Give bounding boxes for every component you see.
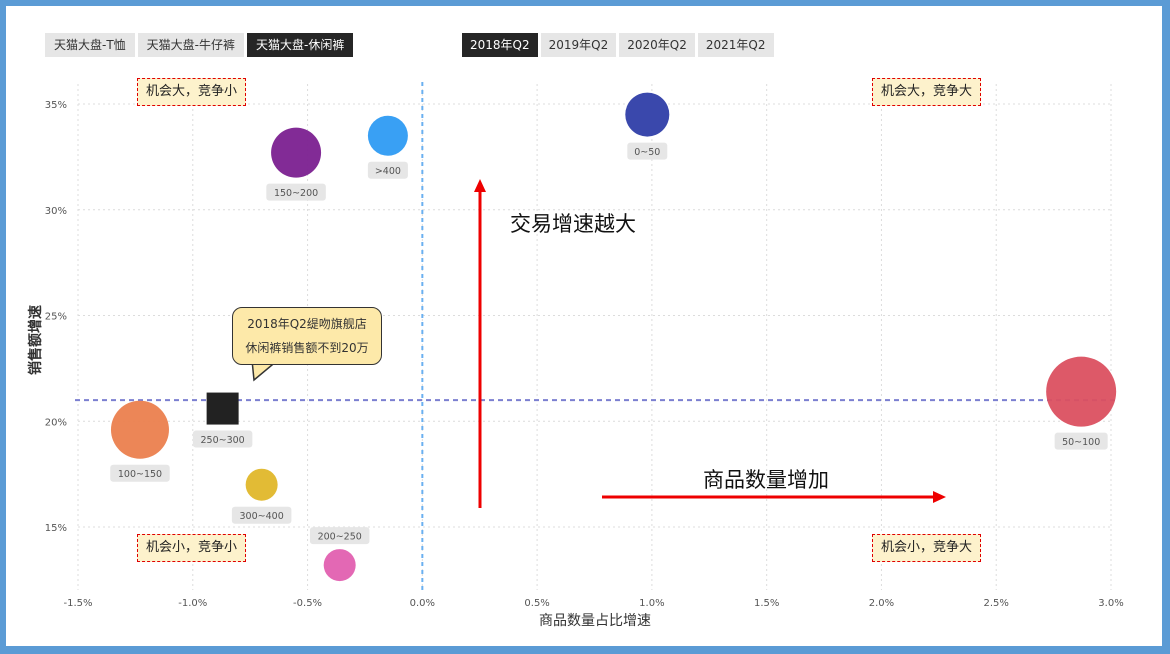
quadrant-bottom-right-label: 机会小，竞争大 (872, 534, 982, 562)
bubble-label: 250~300 (201, 435, 245, 446)
y-tick-label: 15% (45, 523, 67, 534)
x-tick-label: -1.0% (178, 598, 207, 609)
x-axis-title: 商品数量占比增速 (539, 613, 651, 629)
bubble-300~400 (245, 468, 278, 501)
y-tick-label: 20% (45, 417, 67, 428)
quadrant-top-right-label: 机会大，竞争大 (872, 78, 982, 106)
bubble-label: 0~50 (634, 147, 660, 158)
x-tick-label: -0.5% (293, 598, 322, 609)
quadrant-bottom-left-label: 机会小，竞争小 (137, 534, 247, 562)
horizontal-arrow-head (933, 491, 946, 503)
bubble-100~150 (110, 400, 169, 459)
bubble-label: 100~150 (118, 469, 162, 480)
x-tick-label: 3.0% (1098, 598, 1123, 609)
bubble-250~300 (206, 392, 239, 425)
bubble-label: 50~100 (1062, 437, 1100, 448)
callout-line-1: 2018年Q2缇吻旗舰店 (247, 317, 367, 331)
y-tick-label: 30% (45, 206, 67, 217)
bubble-50~100 (1046, 356, 1117, 427)
x-tick-label: 0.0% (410, 598, 435, 609)
x-tick-label: 2.5% (984, 598, 1009, 609)
x-tick-label: 2.0% (869, 598, 894, 609)
y-axis-title: 销售额增速 (27, 305, 44, 375)
y-tick-label: 35% (45, 100, 67, 111)
callout-line-2: 休闲裤销售额不到20万 (245, 341, 369, 355)
bubble-0~50 (625, 92, 670, 137)
vertical-arrow-head (474, 179, 486, 192)
bubble-label: 300~400 (240, 511, 284, 522)
vertical-arrow-label: 交易增速越大 (510, 212, 636, 236)
x-tick-label: 0.5% (524, 598, 549, 609)
bubble-label: 200~250 (318, 532, 362, 543)
x-tick-label: 1.0% (639, 598, 664, 609)
y-tick-label: 25% (45, 312, 67, 323)
x-tick-label: -1.5% (63, 598, 92, 609)
annotation-callout: 2018年Q2缇吻旗舰店 休闲裤销售额不到20万 (232, 307, 382, 365)
quadrant-top-left-label: 机会大，竞争小 (137, 78, 247, 106)
x-tick-label: 1.5% (754, 598, 779, 609)
bubble->400 (367, 115, 408, 156)
bubble-label: >400 (375, 166, 401, 177)
horizontal-arrow-label: 商品数量增加 (703, 468, 829, 492)
bubble-150~200 (271, 127, 322, 178)
bubble-200~250 (323, 549, 356, 582)
bubble-label: 150~200 (274, 188, 318, 199)
